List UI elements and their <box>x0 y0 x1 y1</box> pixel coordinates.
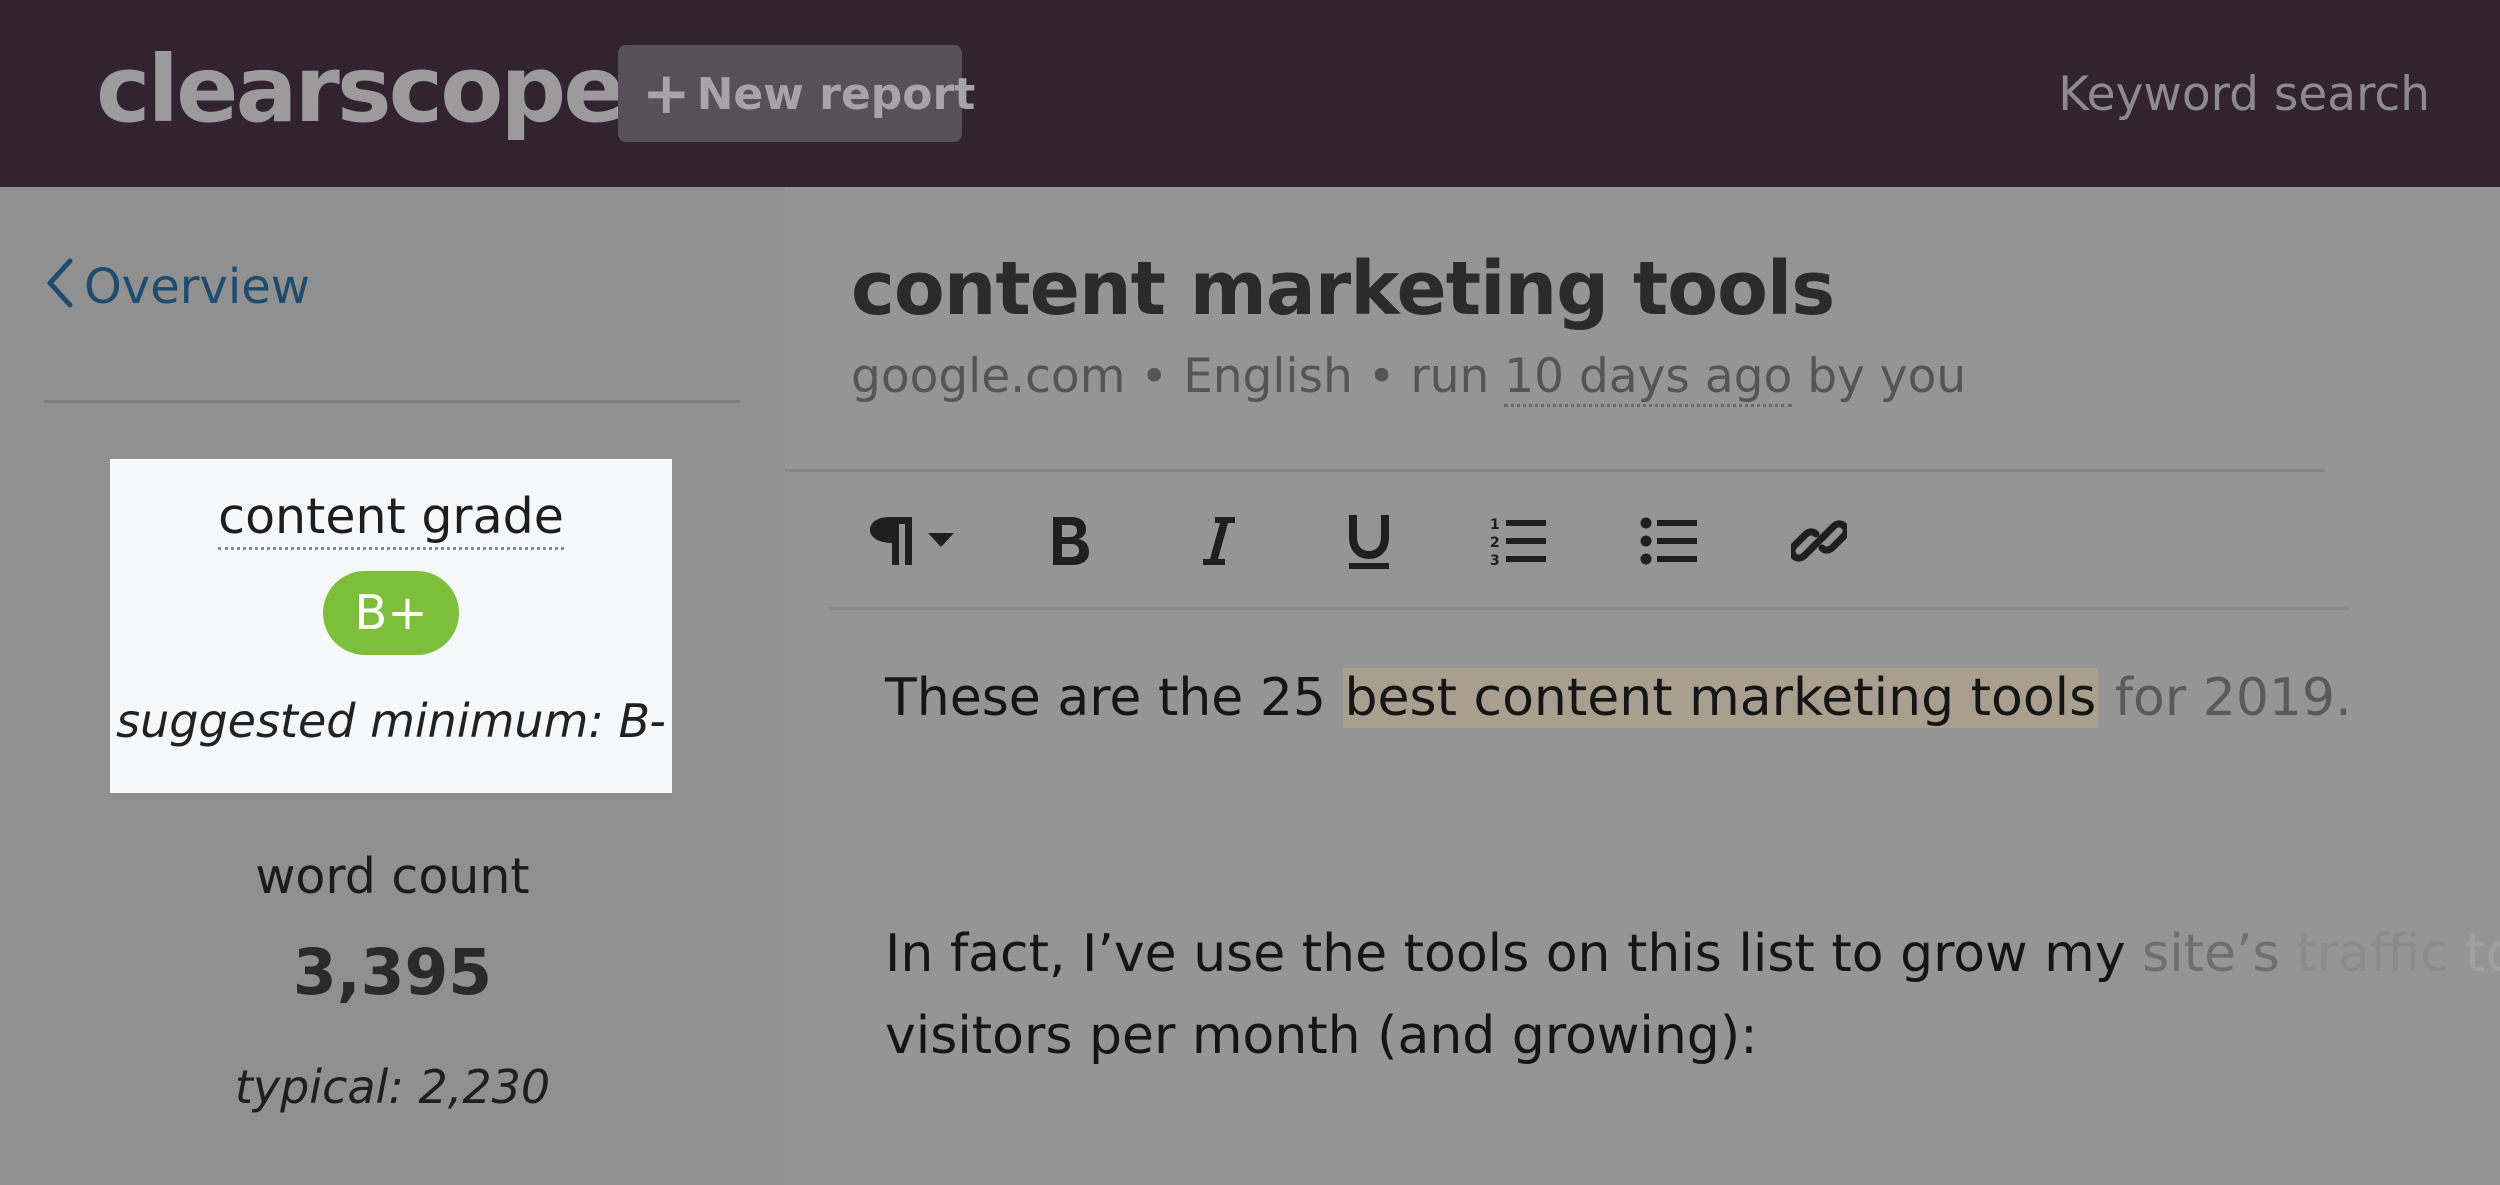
editor-paragraph: These are the 25 best content marketing … <box>885 668 2352 728</box>
editor-toolbar: 1 2 3 <box>829 487 2459 595</box>
word-count-typical: typical: 2,230 <box>234 1060 551 1114</box>
keyword-highlight: best content marketing tools <box>1342 668 2099 728</box>
suggested-minimum-text: suggested minimum: B- <box>116 694 666 748</box>
underline-button[interactable] <box>1314 487 1424 595</box>
content-grade-badge: B+ <box>323 571 459 655</box>
bullet-list-button[interactable] <box>1614 487 1724 595</box>
report-main: content marketing tools google.com • Eng… <box>785 187 2500 1185</box>
bold-icon <box>1053 517 1089 565</box>
overview-label: Overview <box>84 259 310 315</box>
overview-back-link[interactable]: Overview <box>44 257 310 317</box>
word-count-label: word count <box>255 848 530 905</box>
plus-icon: + <box>642 59 691 127</box>
sidebar: Overview content grade B+ suggested mini… <box>0 187 785 1185</box>
content-grade-label[interactable]: content grade <box>110 487 672 550</box>
svg-text:2: 2 <box>1490 535 1500 551</box>
keyword-search-input[interactable]: Keyword search <box>2058 60 2430 130</box>
report-title: content marketing tools <box>851 246 1835 332</box>
chevron-left-icon <box>47 258 73 308</box>
italic-button[interactable] <box>1164 487 1274 595</box>
svg-text:3: 3 <box>1490 553 1500 567</box>
content-grade-card: content grade B+ suggested minimum: B- <box>110 459 672 793</box>
underline-icon <box>1349 515 1389 569</box>
toolbar-divider <box>829 607 2349 610</box>
brand-logo[interactable]: clearscope <box>96 30 626 150</box>
editor-paragraph-continued: visitors per month (and growing): <box>885 1006 1758 1066</box>
ordered-list-button[interactable]: 1 2 3 <box>1464 487 1574 595</box>
word-count-value: 3,395 <box>292 936 493 1009</box>
link-button[interactable] <box>1764 487 1874 595</box>
paragraph-format-button[interactable] <box>849 487 979 595</box>
bold-button[interactable] <box>1014 487 1124 595</box>
bullet-list-icon <box>1640 517 1697 565</box>
main-divider <box>785 469 2325 472</box>
new-report-button[interactable]: + New report <box>618 45 975 142</box>
paragraph-icon <box>870 517 954 565</box>
report-meta: google.com • English • run 10 days ago b… <box>851 347 1966 407</box>
run-time[interactable]: 10 days ago <box>1504 349 1793 407</box>
sidebar-divider <box>44 400 740 403</box>
top-navigation-bar: clearscope + New report Keyword search <box>0 0 2500 187</box>
ordered-list-icon: 1 2 3 <box>1490 517 1546 567</box>
new-report-label: New report <box>696 69 976 120</box>
svg-text:1: 1 <box>1490 517 1500 533</box>
italic-icon <box>1203 517 1235 565</box>
editor-paragraph: In fact, I’ve use the tools on this list… <box>885 924 2500 984</box>
link-icon <box>1791 520 1847 562</box>
